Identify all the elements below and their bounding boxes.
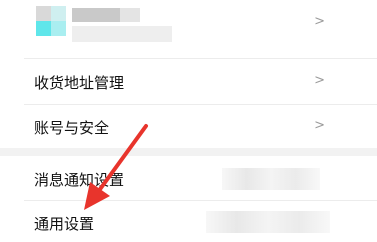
settings-card-main: > 收货地址管理 > 账号与安全 > bbox=[0, 0, 377, 148]
arrow-shaft bbox=[96, 124, 148, 194]
menu-item-address[interactable]: 收货地址管理 > bbox=[0, 59, 377, 103]
profile-row[interactable]: > bbox=[0, 0, 377, 47]
menu-item-account-security[interactable]: 账号与安全 > bbox=[0, 105, 377, 148]
menu-item-label: 收货地址管理 bbox=[34, 74, 125, 92]
menu-item-notifications[interactable]: 消息通知设置 bbox=[0, 156, 377, 198]
setting-value-blurred bbox=[222, 168, 320, 190]
arrow-head bbox=[84, 182, 110, 210]
chevron-right-icon: > bbox=[314, 118, 325, 133]
profile-name-blurred bbox=[72, 8, 172, 42]
menu-item-label: 通用设置 bbox=[34, 215, 95, 233]
setting-value-blurred bbox=[206, 211, 330, 233]
settings-card-secondary: 消息通知设置 通用设置 bbox=[0, 156, 377, 242]
menu-item-general-settings[interactable]: 通用设置 bbox=[0, 201, 377, 242]
pointer-arrow-icon bbox=[84, 124, 148, 210]
chevron-right-icon: > bbox=[314, 73, 325, 88]
avatar bbox=[36, 6, 66, 36]
chevron-right-icon: > bbox=[314, 14, 325, 29]
